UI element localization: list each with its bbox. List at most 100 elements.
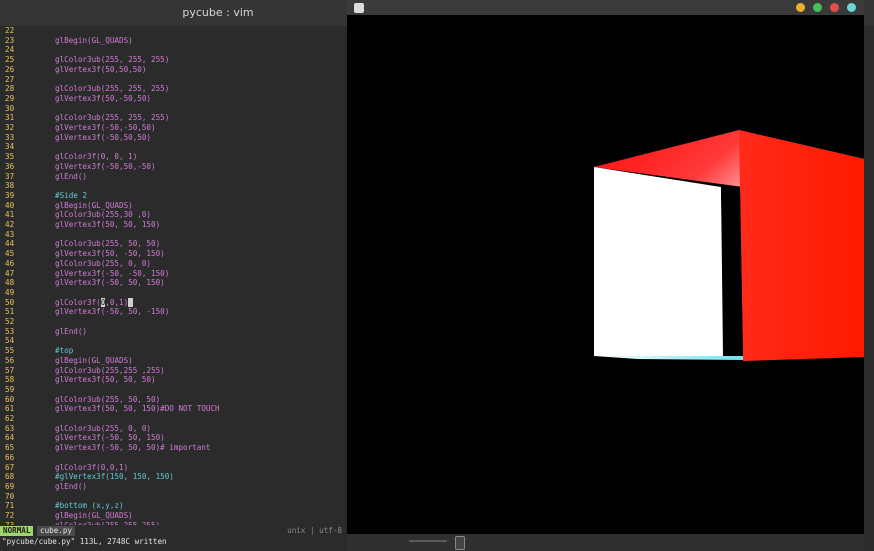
code-text: glColor3ub(255, 50, 50) bbox=[55, 394, 161, 404]
line-number: 55 bbox=[5, 346, 15, 356]
code-text: glBegin(GL_QUADS) bbox=[55, 35, 133, 45]
line-number: 24 bbox=[5, 45, 15, 55]
line-number: 33 bbox=[5, 132, 15, 142]
close-icon[interactable] bbox=[830, 3, 839, 12]
code-text: glVertex3f(-50, 50, 150) bbox=[55, 433, 165, 443]
code-text: glColor3ub(255,255,255) bbox=[55, 521, 160, 525]
line-number: 54 bbox=[5, 336, 15, 346]
code-text: glVertex3f(50,-50,50) bbox=[55, 93, 152, 103]
code-text: glColor3ub(255,30 ,0) bbox=[55, 210, 152, 220]
mode-indicator: NORMAL bbox=[0, 526, 34, 536]
render-canvas bbox=[594, 130, 864, 361]
line-number: 65 bbox=[5, 443, 15, 453]
line-number: 32 bbox=[5, 123, 15, 132]
line-number: 26 bbox=[5, 64, 15, 74]
line-number: 64 bbox=[5, 433, 15, 443]
opengl-titlebar[interactable] bbox=[347, 0, 864, 15]
line-number: 36 bbox=[5, 161, 15, 171]
code-text: glColor3ub(255, 255, 255) bbox=[55, 55, 170, 65]
code-text: glEnd() bbox=[55, 171, 88, 181]
code-text: glVertex3f(50,50,50) bbox=[55, 64, 147, 74]
line-number: 44 bbox=[5, 239, 15, 249]
line-number: 52 bbox=[5, 317, 15, 326]
extra-button-icon[interactable] bbox=[847, 3, 856, 12]
line-number: 45 bbox=[5, 249, 15, 259]
line-number: 50 bbox=[5, 297, 15, 307]
minimize-icon[interactable] bbox=[796, 3, 805, 12]
code-text: glBegin(GL_QUADS) bbox=[55, 200, 133, 210]
line-number: 48 bbox=[5, 278, 15, 288]
code-text: #bottom (x,y,z) bbox=[55, 501, 124, 511]
line-number: 35 bbox=[5, 152, 15, 162]
line-number: 47 bbox=[5, 268, 15, 278]
vim-editor[interactable]: 22 23 glBegin(GL_QUADS) 24 25 glColor3ub(255,… bbox=[0, 26, 346, 525]
line-number: 23 bbox=[5, 35, 15, 45]
line-number: 37 bbox=[5, 171, 15, 181]
opengl-window[interactable] bbox=[347, 0, 864, 534]
line-number: 63 bbox=[5, 423, 15, 433]
app-icon bbox=[354, 3, 364, 13]
cube-side-face bbox=[739, 130, 864, 361]
line-number: 51 bbox=[5, 307, 15, 317]
line-number: 29 bbox=[5, 93, 15, 103]
line-number: 70 bbox=[5, 491, 15, 501]
code-text: #glVertex3f(150, 150, 150) bbox=[55, 472, 174, 482]
file-name: cube.py bbox=[37, 526, 76, 536]
cube-inner-shadow bbox=[721, 187, 743, 356]
code-text: glColor3ub(255, 50, 50) bbox=[55, 239, 161, 249]
line-number: 25 bbox=[5, 55, 15, 65]
code-text: glVertex3f(-50, -50, 150) bbox=[55, 268, 170, 278]
line-number: 67 bbox=[5, 462, 15, 472]
line-number: 73 bbox=[5, 521, 25, 525]
code-text: glColor3f(0,0,1) bbox=[55, 297, 133, 308]
line-number: 59 bbox=[5, 384, 15, 394]
code-text: glVertex3f(-50,50,-50) bbox=[55, 161, 156, 171]
code-text: glVertex3f(50, 50, 150) bbox=[55, 220, 161, 229]
vim-statusline: NORMAL cube.py unix | utf-8 bbox=[0, 526, 346, 536]
code-text: glVertex3f(50, -50, 150) bbox=[55, 249, 165, 259]
line-number: 61 bbox=[5, 404, 15, 414]
cube-front-face bbox=[594, 167, 723, 356]
taskbar-handle[interactable] bbox=[455, 536, 465, 550]
line-number: 69 bbox=[5, 481, 15, 491]
line-number: 46 bbox=[5, 258, 15, 268]
line-number: 72 bbox=[5, 511, 15, 520]
line-number: 34 bbox=[5, 142, 15, 152]
line-number: 40 bbox=[5, 200, 15, 210]
file-encoding: unix | utf-8 bbox=[287, 526, 342, 535]
line-number: 62 bbox=[5, 414, 15, 423]
line-number: 38 bbox=[5, 181, 15, 191]
maximize-icon[interactable] bbox=[813, 3, 822, 12]
line-number: 53 bbox=[5, 326, 15, 336]
line-number: 57 bbox=[5, 365, 15, 375]
code-text: glVertex3f(-50,-50,50) bbox=[55, 123, 156, 132]
line-number: 27 bbox=[5, 74, 15, 84]
code-text: glVertex3f(50, 50, 150)#DO NOT TOUCH bbox=[55, 404, 220, 414]
code-text: glColor3f(0,0,1) bbox=[55, 462, 129, 472]
line-number: 39 bbox=[5, 190, 15, 200]
taskbar bbox=[347, 534, 864, 551]
code-text: #Side 2 bbox=[55, 190, 88, 200]
code-text: glColor3ub(255, 0, 0) bbox=[55, 258, 152, 268]
code-text: #top bbox=[55, 346, 74, 356]
cube-bottom-edge bbox=[594, 356, 743, 360]
line-number: 49 bbox=[5, 287, 15, 297]
code-text: glColor3f(0, 0, 1) bbox=[55, 152, 138, 162]
code-text: glColor3ub(255,255 ,255) bbox=[55, 365, 165, 375]
line-number: 30 bbox=[5, 103, 15, 113]
line-number: 42 bbox=[5, 220, 15, 229]
code-text: glVertex3f(-50, 50, -150) bbox=[55, 307, 170, 317]
code-text: glBegin(GL_QUADS) bbox=[55, 511, 133, 520]
line-number: 66 bbox=[5, 452, 15, 462]
code-text: glColor3ub(255, 255, 255) bbox=[55, 113, 170, 123]
line-number: 22 bbox=[5, 26, 15, 35]
line-number: 58 bbox=[5, 375, 15, 385]
line-number: 56 bbox=[5, 355, 15, 365]
line-number: 71 bbox=[5, 501, 15, 511]
window-title: pycube : vim bbox=[182, 6, 254, 19]
code-text: glColor3ub(255, 255, 255) bbox=[55, 84, 170, 94]
code-text: glVertex3f(50, 50, 50) bbox=[55, 375, 156, 385]
code-text: glEnd() bbox=[55, 326, 88, 336]
command-message: "pycube/cube.py" 113L, 2748C written bbox=[2, 537, 167, 546]
code-text: glColor3ub(255, 0, 0) bbox=[55, 423, 152, 433]
